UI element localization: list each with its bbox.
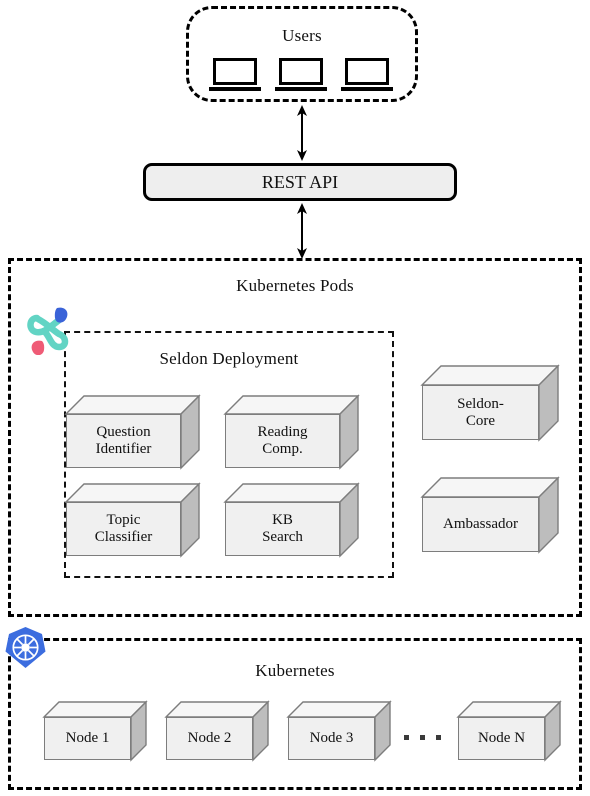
component-box-question-identifier[interactable]: Question Identifier — [64, 394, 201, 470]
kubernetes-pods-label: Kubernetes Pods — [236, 276, 354, 295]
nodes-ellipsis — [404, 735, 441, 740]
users-group-label: Users — [282, 26, 322, 45]
ellipsis-dot — [420, 735, 425, 740]
component-label-line1: Topic — [106, 512, 141, 529]
component-box-reading-comprehension[interactable]: Reading Comp. — [223, 394, 360, 470]
node-box-1[interactable]: Node 1 — [42, 700, 148, 762]
ellipsis-dot — [404, 735, 409, 740]
laptop-base — [341, 87, 393, 91]
node-label: Node N — [477, 730, 526, 747]
component-label-line1: Reading — [257, 424, 308, 441]
seldon-deployment-label: Seldon Deployment — [159, 349, 299, 368]
component-label-line1: KB — [272, 512, 293, 529]
component-label-line2: Identifier — [95, 441, 152, 457]
rest-api-label: REST API — [261, 171, 339, 192]
laptop-base — [209, 87, 261, 91]
laptop-base — [275, 87, 327, 91]
component-label-line1: Question — [96, 424, 151, 441]
component-box-topic-classifier[interactable]: Topic Classifier — [64, 482, 201, 558]
rest-api-box[interactable]: REST API — [143, 163, 457, 201]
component-box-kb-search[interactable]: KB Search — [223, 482, 360, 558]
component-label-line1: Seldon- — [457, 395, 504, 412]
laptop-screen — [279, 58, 323, 85]
kubernetes-logo-icon — [5, 627, 46, 668]
node-label: Node 2 — [187, 730, 232, 747]
architecture-diagram: Users REST API Kubernetes Pods Seldon De… — [0, 0, 590, 796]
laptop-screen — [213, 58, 257, 85]
component-label-line2: Search — [262, 529, 303, 545]
node-box-3[interactable]: Node 3 — [286, 700, 392, 762]
kubernetes-label: Kubernetes — [255, 661, 335, 680]
component-label-line2: Classifier — [94, 529, 153, 545]
node-label: Node 1 — [65, 730, 110, 747]
component-box-seldon-core[interactable]: Seldon- Core — [420, 364, 560, 442]
node-box-n[interactable]: Node N — [456, 700, 562, 762]
laptop-screen — [345, 58, 389, 85]
seldon-logo-icon — [27, 307, 69, 355]
arrow-users-to-rest-api — [297, 105, 307, 161]
node-label: Node 3 — [309, 730, 354, 747]
component-label-line2: Core — [465, 412, 496, 429]
component-box-ambassador[interactable]: Ambassador — [420, 476, 560, 554]
node-box-2[interactable]: Node 2 — [164, 700, 270, 762]
ellipsis-dot — [436, 735, 441, 740]
arrow-rest-api-to-pods — [297, 203, 307, 259]
component-label-line2: Comp. — [262, 441, 303, 457]
component-label-line1: Ambassador — [443, 516, 518, 533]
